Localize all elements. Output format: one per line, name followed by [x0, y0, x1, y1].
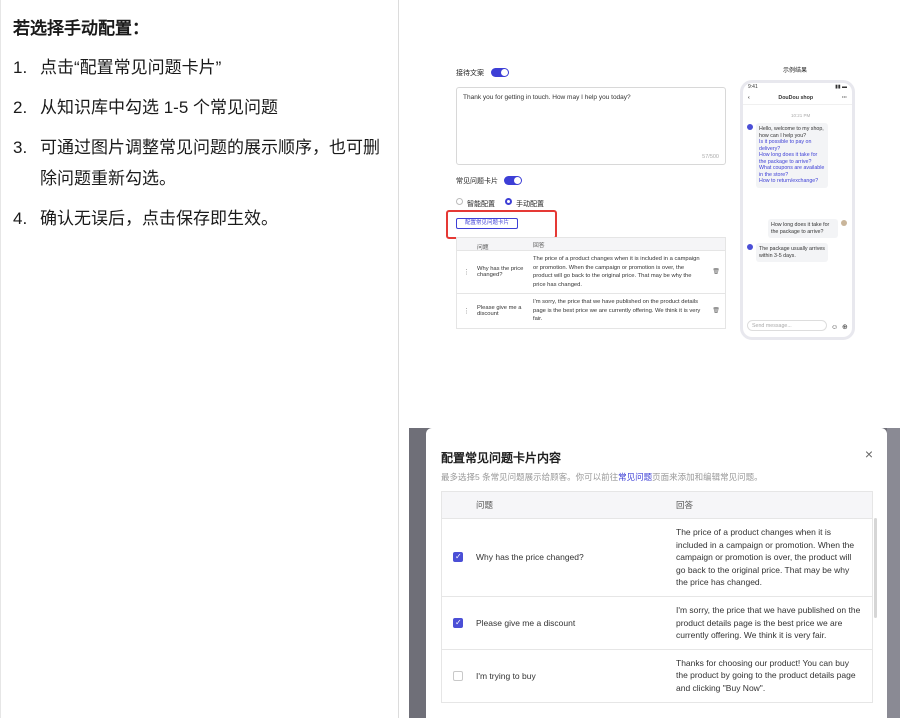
steps-list: 1. 点击“配置常见问题卡片” 2. 从知识库中勾选 1-5 个常见问题 3. 可通过… — [13, 52, 388, 243]
faq-table: 问题 回答 ⋮ Why has the price changed? The pr… — [456, 237, 726, 329]
scrollbar[interactable] — [874, 518, 877, 618]
faq-link[interactable]: What coupons are available in the store? — [759, 165, 825, 178]
modal-title: 配置常见问题卡片内容 — [441, 451, 562, 465]
faq-link[interactable]: How to return/exchange? — [759, 178, 825, 185]
background-overlay — [887, 428, 900, 718]
table-row: ⋮ Please give me a discount I'm sorry, th… — [457, 293, 725, 328]
reply-bubble: The package usually arrives within 3-5 d… — [756, 243, 828, 262]
chat-header: ‹ DouDou shop ⋯ — [743, 91, 852, 105]
drag-handle-icon[interactable]: ⋮ — [463, 307, 470, 315]
table-row: ⋮ Why has the price changed? The price of… — [457, 250, 725, 293]
phone-preview: 9:41 ▮▮ ▬ ‹ DouDou shop ⋯ 10:21 PM Hello, w… — [740, 80, 855, 340]
step-item: 2. 从知识库中勾选 1-5 个常见问题 — [13, 98, 279, 117]
faq-table-header: 问题 回答 — [457, 238, 725, 251]
signal-icon: ▮▮ ▬ — [835, 84, 847, 90]
row-checkbox[interactable] — [453, 617, 463, 628]
manual-mode-label: 手动配置 — [516, 201, 544, 208]
status-bar: 9:41 ▮▮ ▬ — [748, 84, 847, 90]
table-row[interactable]: I'm trying to buy Thanks for choosing ou… — [442, 648, 872, 702]
greeting-label: 接待文案 — [456, 70, 484, 77]
instructions-title: 若选择手动配置： — [13, 19, 149, 38]
faq-select-table: 问题 回答 Why has the price changed? The pri… — [441, 491, 873, 703]
manual-mode-radio[interactable] — [505, 198, 512, 205]
configure-faq-button[interactable]: 配置常见问题卡片 — [456, 218, 518, 229]
row-checkbox[interactable] — [453, 670, 463, 681]
greeting-toggle[interactable] — [491, 68, 509, 77]
faq-link[interactable]: How long does it take for the package to… — [759, 152, 825, 165]
greeting-textarea[interactable]: Thank you for getting in touch. How may … — [456, 87, 726, 165]
avatar — [747, 244, 753, 250]
char-count: 57/500 — [702, 154, 719, 160]
delete-icon[interactable]: 🗑 — [707, 269, 725, 275]
smart-mode-label: 智能配置 — [467, 201, 495, 208]
table-header: 问题 回答 — [442, 492, 872, 518]
drag-handle-icon[interactable]: ⋮ — [463, 268, 470, 276]
smart-mode-radio[interactable] — [456, 198, 463, 205]
faq-card-toggle[interactable] — [504, 176, 522, 185]
back-icon[interactable]: ‹ — [748, 95, 750, 101]
preview-label: 示例结果 — [783, 68, 808, 74]
step-item: 4. 确认无误后，点击保存即生效。 — [13, 209, 278, 228]
welcome-bubble: Hello, welcome to my shop, how can I hel… — [756, 123, 828, 188]
table-row[interactable]: Why has the price changed? The price of … — [442, 518, 872, 596]
message-input[interactable]: Send message... — [747, 320, 827, 331]
step-item: 3. 可通过图片调整常见问题的展示顺序，也可删除问题重新勾选。 — [13, 138, 380, 188]
modal-screenshot: 配置常见问题卡片内容 × 最多选择5 条常见问题展示给顾客。你可以前往常见问题页… — [409, 428, 900, 718]
user-bubble: How long does it take for the package to… — [768, 219, 838, 238]
faq-link[interactable]: Is it possible to pay on delivery? — [759, 139, 825, 152]
instructions-panel: 若选择手动配置： 1. 点击“配置常见问题卡片” 2. 从知识库中勾选 1-5 个常… — [0, 0, 399, 718]
delete-icon[interactable]: 🗑 — [707, 308, 725, 314]
user-avatar — [841, 220, 847, 226]
close-icon[interactable]: × — [865, 446, 873, 462]
emoji-icon[interactable]: ☺ — [831, 324, 838, 331]
more-icon[interactable]: ⋯ — [842, 95, 847, 101]
step-item: 1. 点击“配置常见问题卡片” — [13, 58, 222, 77]
settings-screenshot: 接待文案 Thank you for getting in touch. How… — [440, 55, 870, 355]
faq-card-label: 常见问题卡片 — [456, 178, 498, 185]
add-icon[interactable]: ⊕ — [842, 323, 848, 331]
row-checkbox[interactable] — [453, 552, 463, 563]
avatar — [747, 124, 753, 130]
configure-faq-modal: 配置常见问题卡片内容 × 最多选择5 条常见问题展示给顾客。你可以前往常见问题页… — [426, 428, 887, 718]
table-row[interactable]: Please give me a discount I'm sorry, the… — [442, 595, 872, 649]
faq-page-link[interactable]: 常见问题 — [618, 472, 652, 482]
modal-subtitle: 最多选择5 条常见问题展示给顾客。你可以前往常见问题页面来添加和编辑常见问题。 — [441, 472, 763, 482]
